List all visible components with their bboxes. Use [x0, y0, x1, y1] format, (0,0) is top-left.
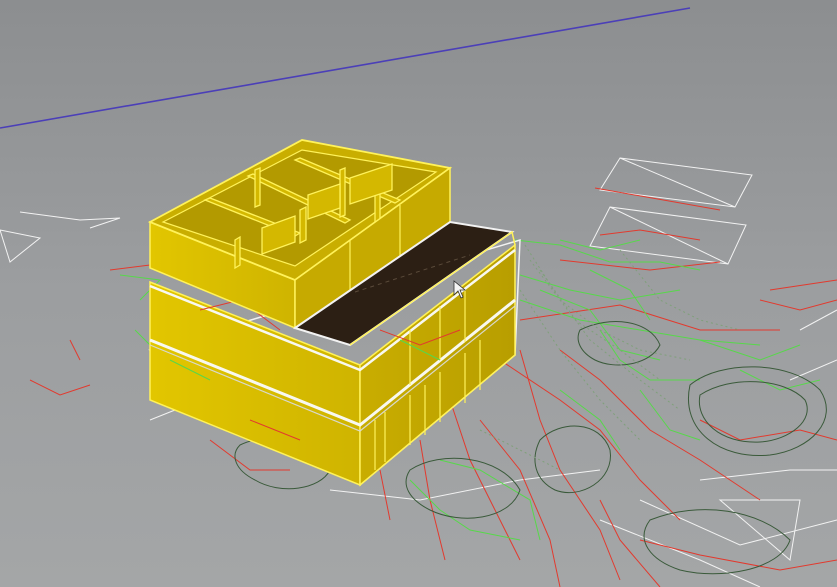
- model-space-canvas[interactable]: [0, 0, 837, 587]
- cad-3d-viewport[interactable]: [0, 0, 837, 587]
